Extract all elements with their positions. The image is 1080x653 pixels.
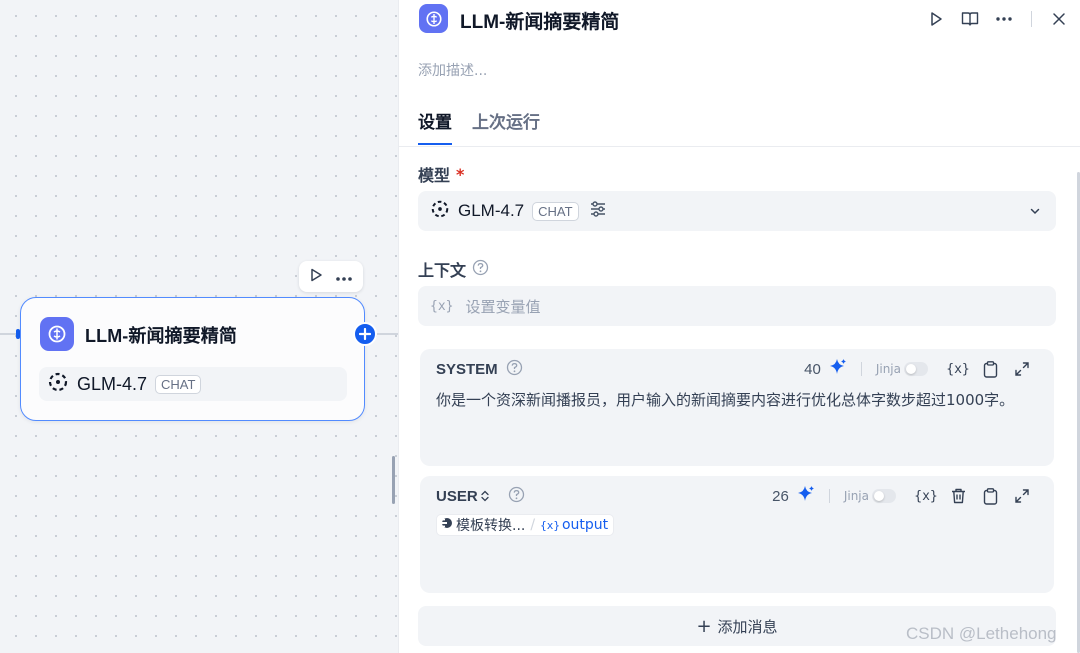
message-header: USER bbox=[436, 486, 525, 507]
panel-actions bbox=[919, 8, 1076, 30]
message-tools: 40 Jinja {x} bbox=[804, 358, 1038, 380]
add-message-label: 添加消息 bbox=[717, 617, 778, 636]
system-message-block: SYSTEM 40 Jinja {x} 你是一个资深新闻播报员，用户输入的新闻摘… bbox=[420, 349, 1054, 466]
model-name: GLM-4.7 bbox=[458, 201, 525, 220]
run-icon[interactable] bbox=[309, 267, 323, 286]
context-field-label: 上下文 bbox=[418, 257, 489, 281]
jinja-label: Jinja bbox=[843, 489, 869, 503]
chip-node-name: 模板转换... bbox=[456, 518, 526, 534]
role-switch-icon[interactable] bbox=[480, 487, 490, 506]
char-count: 40 bbox=[804, 360, 821, 378]
model-select[interactable]: GLM-4.7 CHAT bbox=[418, 191, 1056, 231]
ai-generate-sparkle-icon[interactable] bbox=[829, 358, 847, 380]
plus-icon: + bbox=[696, 615, 712, 637]
message-role-select[interactable]: USER bbox=[436, 488, 478, 505]
close-icon[interactable] bbox=[1042, 8, 1076, 30]
tab-settings[interactable]: 设置 bbox=[418, 108, 452, 145]
help-icon[interactable] bbox=[506, 359, 523, 380]
more-icon[interactable] bbox=[987, 8, 1021, 30]
help-icon[interactable] bbox=[472, 259, 489, 280]
user-message-block: USER 26 Jinja {x} 模板转换... / {x} output bbox=[420, 476, 1054, 593]
run-node-icon[interactable] bbox=[919, 8, 953, 30]
jinja-toggle[interactable] bbox=[872, 489, 896, 503]
model-field-label: 模型 * bbox=[418, 162, 464, 186]
chip-variable: {x} output bbox=[540, 517, 608, 533]
insert-variable-icon[interactable]: {x} bbox=[910, 486, 942, 506]
node-model-name: GLM-4.7 bbox=[77, 373, 148, 394]
actions-divider bbox=[1031, 11, 1032, 27]
required-mark: * bbox=[456, 164, 465, 184]
llm-brain-icon bbox=[40, 317, 74, 351]
message-header: SYSTEM bbox=[436, 359, 523, 380]
add-next-node-button[interactable] bbox=[353, 322, 377, 346]
panel-tabs: 设置 上次运行 bbox=[418, 108, 540, 145]
template-node-icon bbox=[441, 517, 453, 533]
model-provider-icon bbox=[47, 371, 69, 397]
copy-icon[interactable] bbox=[974, 486, 1006, 506]
ai-generate-sparkle-icon[interactable] bbox=[797, 485, 815, 507]
tools-divider bbox=[828, 489, 830, 503]
chip-variable-name: output bbox=[561, 517, 609, 533]
context-placeholder: 设置变量值 bbox=[465, 297, 541, 316]
llm-brain-icon bbox=[419, 4, 448, 33]
panel-resize-handle[interactable] bbox=[392, 456, 395, 504]
panel-title[interactable]: LLM-新闻摘要精简 bbox=[460, 7, 619, 34]
copy-icon[interactable] bbox=[974, 359, 1006, 379]
message-tools: 26 Jinja {x} bbox=[772, 485, 1038, 507]
model-mode-badge: CHAT bbox=[532, 201, 579, 221]
llm-node[interactable]: LLM-新闻摘要精简 GLM-4.7 CHAT bbox=[20, 297, 365, 421]
node-title: LLM-新闻摘要精简 bbox=[85, 326, 237, 346]
node-model-mode-badge: CHAT bbox=[155, 374, 202, 394]
variable-icon: {x} bbox=[540, 518, 560, 532]
chip-separator: / bbox=[530, 517, 536, 533]
delete-trash-icon[interactable] bbox=[942, 486, 974, 506]
tools-divider bbox=[860, 362, 862, 376]
insert-variable-icon[interactable]: {x} bbox=[942, 359, 974, 379]
tab-last-run[interactable]: 上次运行 bbox=[472, 108, 540, 145]
node-settings-panel: LLM-新闻摘要精简 添加描述... 设置 上次运行 模型 * GLM-4.7 … bbox=[398, 0, 1080, 653]
expand-icon[interactable] bbox=[1006, 486, 1038, 506]
context-variable-input[interactable]: {x} 设置变量值 bbox=[418, 286, 1056, 326]
jinja-toggle[interactable] bbox=[904, 362, 928, 376]
outgoing-edge bbox=[376, 333, 398, 335]
variable-icon: {x} bbox=[430, 298, 454, 314]
model-provider-icon bbox=[430, 199, 450, 223]
message-role: SYSTEM bbox=[436, 361, 498, 378]
more-icon[interactable] bbox=[335, 267, 353, 286]
tabs-divider bbox=[399, 146, 1080, 147]
docs-book-icon[interactable] bbox=[953, 8, 987, 30]
help-icon[interactable] bbox=[508, 486, 525, 507]
node-toolbar bbox=[299, 261, 363, 292]
jinja-label: Jinja bbox=[875, 362, 901, 376]
model-label-text: 模型 bbox=[418, 166, 451, 185]
description-input[interactable]: 添加描述... bbox=[418, 60, 487, 80]
context-label-text: 上下文 bbox=[418, 261, 467, 280]
variable-reference-chip[interactable]: 模板转换... / {x} output bbox=[436, 514, 615, 536]
chevron-down-icon bbox=[1028, 203, 1042, 222]
workflow-canvas[interactable]: LLM-新闻摘要精简 GLM-4.7 CHAT bbox=[0, 0, 398, 653]
watermark: CSDN @Lethehong bbox=[906, 624, 1057, 643]
system-prompt-editor[interactable]: 你是一个资深新闻播报员，用户输入的新闻摘要内容进行优化总体字数步超过1000字。 bbox=[436, 387, 1036, 413]
char-count: 26 bbox=[772, 487, 789, 505]
model-params-icon[interactable] bbox=[589, 200, 607, 222]
expand-icon[interactable] bbox=[1006, 359, 1038, 379]
node-model-info: GLM-4.7 CHAT bbox=[39, 367, 347, 401]
